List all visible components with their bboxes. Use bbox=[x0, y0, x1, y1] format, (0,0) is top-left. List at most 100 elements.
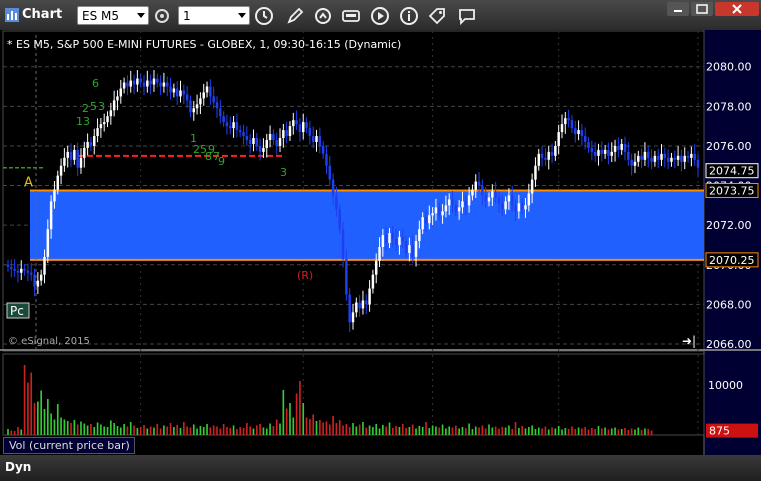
candle-body bbox=[192, 108, 196, 113]
candle-body bbox=[175, 88, 179, 97]
candle-body bbox=[398, 237, 401, 245]
candle-body bbox=[587, 141, 590, 148]
candle-body bbox=[371, 274, 375, 289]
candle-body bbox=[56, 175, 60, 190]
candle-body bbox=[656, 155, 660, 160]
chevron-down-icon[interactable] bbox=[137, 13, 145, 18]
candle-body bbox=[471, 189, 474, 196]
candle-body bbox=[550, 151, 554, 156]
candle-body bbox=[583, 136, 587, 142]
interval-value: 1 bbox=[183, 9, 191, 23]
price-tick-label: 2076.00 bbox=[706, 140, 752, 153]
candle-body bbox=[381, 235, 385, 247]
candle-body bbox=[16, 270, 20, 273]
candle-body bbox=[597, 149, 600, 156]
setup-count-label: 2 bbox=[82, 102, 89, 115]
esignal-watermark: © eSignal, 2015 bbox=[8, 336, 90, 347]
candle-body bbox=[232, 122, 235, 129]
candle-body bbox=[547, 151, 550, 160]
volume-study-label[interactable]: Vol (current price bar) bbox=[3, 437, 135, 454]
setup-count-label: 5 bbox=[90, 100, 97, 113]
info-icon[interactable] bbox=[399, 6, 419, 26]
candle-body bbox=[142, 82, 146, 87]
candle-body bbox=[454, 205, 458, 212]
candle-body bbox=[325, 153, 328, 166]
candle-body bbox=[23, 268, 26, 271]
candle-body bbox=[517, 203, 521, 212]
candle-body bbox=[484, 195, 487, 202]
candle-body bbox=[580, 130, 584, 137]
candle-body bbox=[564, 118, 567, 125]
candle-body bbox=[93, 136, 96, 146]
candle-body bbox=[321, 145, 325, 154]
candle-body bbox=[607, 149, 610, 156]
candle-body bbox=[301, 122, 305, 133]
candle-body bbox=[530, 179, 534, 194]
candle-body bbox=[33, 274, 36, 287]
dyn-label[interactable]: Dyn bbox=[5, 460, 31, 474]
symbol-combo[interactable]: ES M5 bbox=[77, 6, 149, 25]
candle-body bbox=[119, 88, 123, 97]
candle-body bbox=[49, 201, 53, 230]
candle-body bbox=[278, 138, 282, 146]
chevron-down-icon[interactable] bbox=[238, 13, 246, 18]
candle-body bbox=[53, 189, 56, 202]
setup-count-label: 9 bbox=[218, 155, 225, 168]
clock-icon[interactable] bbox=[254, 6, 274, 26]
candle-body bbox=[491, 191, 494, 198]
candle-body bbox=[378, 246, 381, 261]
candle-body bbox=[248, 139, 252, 144]
candle-body bbox=[660, 153, 663, 160]
comment-icon[interactable] bbox=[457, 6, 477, 26]
candle-body bbox=[172, 88, 176, 93]
setup-count-label: (R) bbox=[297, 269, 313, 282]
candle-body bbox=[262, 147, 265, 152]
candle-body bbox=[696, 159, 700, 168]
candle-body bbox=[59, 165, 63, 176]
candle-body bbox=[401, 237, 405, 242]
candle-body bbox=[507, 195, 511, 202]
cursor-refresh-icon[interactable] bbox=[313, 6, 333, 26]
candle-body bbox=[351, 312, 355, 323]
candle-body bbox=[36, 280, 40, 287]
candle-body bbox=[258, 145, 262, 152]
candle-body bbox=[46, 229, 50, 257]
candle-body bbox=[613, 145, 617, 152]
maximize-button[interactable] bbox=[691, 2, 713, 16]
candle-body bbox=[6, 264, 10, 267]
candle-body bbox=[195, 104, 199, 109]
interval-combo[interactable]: 1 bbox=[178, 6, 250, 25]
candle-body bbox=[129, 80, 132, 87]
chart-canvas[interactable]: 2080.002078.002076.002074.002072.002070.… bbox=[0, 30, 761, 455]
tag-icon[interactable] bbox=[427, 6, 447, 26]
candle-body bbox=[69, 151, 73, 160]
candle-body bbox=[384, 235, 388, 244]
candle-body bbox=[666, 157, 670, 162]
candle-body bbox=[285, 130, 288, 137]
candle-body bbox=[26, 270, 30, 273]
candle-body bbox=[544, 157, 547, 160]
quote-icon[interactable] bbox=[341, 6, 361, 26]
candle-body bbox=[603, 149, 607, 154]
candle-body bbox=[295, 120, 298, 125]
candle-body bbox=[464, 201, 468, 206]
candle-body bbox=[673, 157, 677, 160]
candle-body bbox=[272, 134, 275, 140]
volume-tick-label: 10000 bbox=[708, 379, 743, 392]
candle-body bbox=[215, 102, 219, 109]
candle-body bbox=[76, 149, 79, 168]
candle-body bbox=[225, 122, 229, 127]
candle-body bbox=[600, 149, 604, 154]
candle-body bbox=[590, 147, 594, 152]
candle-body bbox=[680, 155, 683, 162]
candle-body bbox=[570, 120, 574, 129]
candle-body bbox=[690, 153, 693, 158]
chart-window: Chart ES M5 1 2080.00 2078.00 2076.00 20… bbox=[0, 0, 761, 481]
play-icon[interactable] bbox=[370, 6, 390, 26]
candle-body bbox=[447, 199, 451, 206]
pencil-icon[interactable] bbox=[285, 6, 305, 26]
minimize-button[interactable] bbox=[667, 2, 689, 16]
symbol-lookup-icon[interactable] bbox=[152, 6, 172, 26]
candle-body bbox=[676, 155, 680, 160]
title-bar[interactable]: Chart ES M5 1 bbox=[0, 0, 761, 31]
